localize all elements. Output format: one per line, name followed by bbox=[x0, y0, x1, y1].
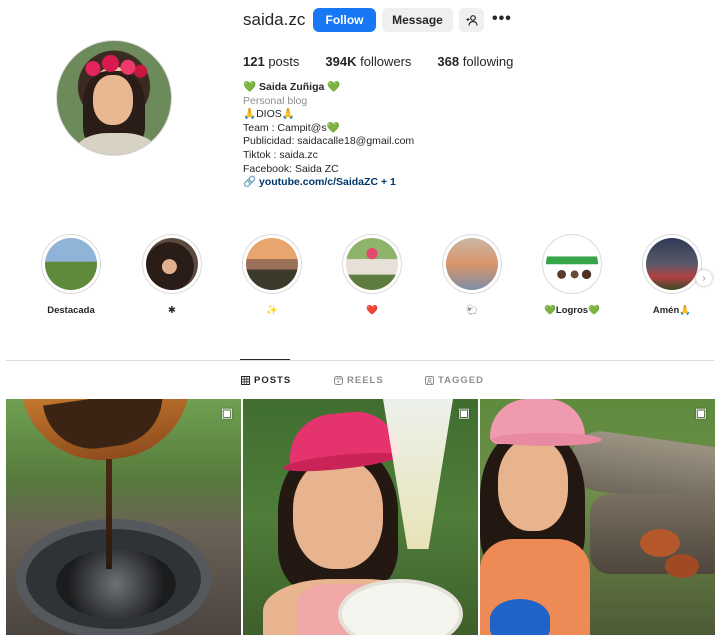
highlight-label: Destacada bbox=[47, 305, 95, 316]
tab-posts[interactable]: POSTS bbox=[241, 375, 291, 386]
following-label: following bbox=[462, 54, 514, 69]
highlight-cover bbox=[546, 238, 598, 290]
more-options-icon[interactable]: ••• bbox=[492, 10, 512, 28]
follow-button[interactable]: Follow bbox=[313, 8, 376, 32]
reel-icon: ▣ bbox=[457, 405, 470, 420]
posts-count: 121 bbox=[243, 54, 265, 69]
profile-avatar[interactable] bbox=[56, 40, 172, 156]
tab-posts-label: POSTS bbox=[254, 375, 292, 386]
highlight-item[interactable]: ✨ bbox=[240, 234, 304, 316]
profile-stats: 121 posts 394K followers 368 following bbox=[243, 54, 539, 69]
post-thumbnail[interactable]: ▣ bbox=[6, 399, 241, 635]
profile-display-name: 💚 Saida Zuñiga 💚 bbox=[243, 81, 341, 93]
posts-stat[interactable]: 121 posts bbox=[243, 54, 299, 69]
highlight-label: ❤️ bbox=[366, 305, 378, 316]
bio-link-text: youtube.com/c/SaidaZC + 1 bbox=[259, 176, 396, 189]
highlight-label: ✱ bbox=[168, 305, 176, 316]
highlight-cover bbox=[446, 238, 498, 290]
highlight-cover bbox=[45, 238, 97, 290]
following-count: 368 bbox=[437, 54, 460, 69]
highlight-label: 💚Logros💚 bbox=[544, 305, 600, 316]
bio-email: Publicidad: saidacalle18@gmail.com bbox=[243, 135, 415, 148]
profile-bio: 💚 Saida Zuñiga 💚 Personal blog 🙏DIOS🙏 Te… bbox=[243, 81, 414, 190]
highlight-item[interactable]: Destacada bbox=[39, 234, 103, 316]
person-add-icon[interactable] bbox=[459, 8, 484, 32]
followers-stat[interactable]: 394K followers bbox=[325, 54, 411, 69]
reel-icon: ▣ bbox=[220, 405, 233, 420]
post-thumbnail[interactable]: ▣ bbox=[243, 399, 478, 635]
highlight-cover bbox=[146, 238, 198, 290]
following-stat[interactable]: 368 following bbox=[437, 54, 513, 69]
bio-line: Facebook: Saida ZC bbox=[243, 162, 339, 175]
profile-category: Personal blog bbox=[243, 94, 308, 107]
tab-reels-label: REELS bbox=[347, 375, 384, 386]
link-icon: 🔗 bbox=[243, 176, 257, 189]
bio-line: Tiktok : saida.zc bbox=[243, 148, 318, 161]
reels-icon bbox=[334, 376, 343, 385]
tagged-icon bbox=[425, 376, 434, 385]
reel-icon: ▣ bbox=[694, 405, 707, 420]
highlight-label: 🐑 bbox=[466, 305, 478, 316]
highlight-item[interactable]: ✱ bbox=[140, 234, 204, 316]
chevron-right-icon[interactable]: › bbox=[696, 270, 712, 286]
highlight-cover bbox=[246, 238, 298, 290]
highlight-item[interactable]: Amén🙏 bbox=[640, 234, 704, 316]
tab-tagged-label: TAGGED bbox=[438, 375, 484, 386]
message-button[interactable]: Message bbox=[382, 8, 453, 32]
highlight-item[interactable]: ❤️ bbox=[340, 234, 404, 316]
highlight-cover bbox=[646, 238, 698, 290]
highlight-label: Amén🙏 bbox=[652, 305, 692, 316]
bio-link[interactable]: 🔗 youtube.com/c/SaidaZC + 1 bbox=[243, 176, 414, 190]
highlight-item[interactable]: 🐑 bbox=[440, 234, 504, 316]
bio-line: 🙏DIOS🙏 bbox=[243, 108, 295, 121]
posts-label: posts bbox=[268, 54, 300, 69]
tab-reels[interactable]: REELS bbox=[334, 375, 384, 386]
active-tab-indicator bbox=[240, 359, 290, 360]
followers-label: followers bbox=[360, 54, 412, 69]
highlight-cover bbox=[346, 238, 398, 290]
grid-icon bbox=[241, 376, 250, 385]
post-thumbnail[interactable]: ▣ bbox=[480, 399, 715, 635]
followers-count: 394K bbox=[325, 54, 357, 69]
bio-line: Team : Campit@s💚 bbox=[243, 121, 340, 134]
tabs-divider bbox=[6, 360, 714, 361]
tab-tagged[interactable]: TAGGED bbox=[425, 375, 484, 386]
profile-username: saida.zc bbox=[243, 10, 306, 29]
highlight-item[interactable]: 💚Logros💚 bbox=[540, 234, 604, 316]
highlight-label: ✨ bbox=[266, 305, 278, 316]
